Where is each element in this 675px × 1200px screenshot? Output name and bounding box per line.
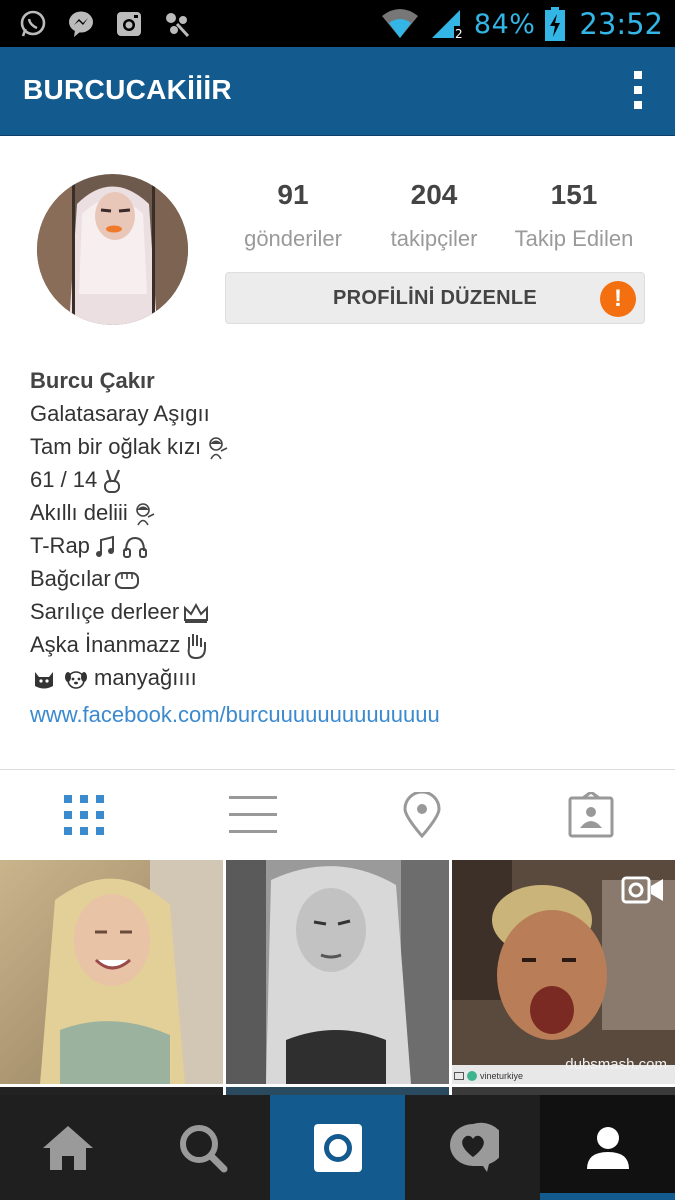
bio-line: Tam bir oğlak kızı bbox=[30, 430, 650, 463]
bottom-navigation bbox=[0, 1095, 675, 1200]
posts-count: 91 bbox=[277, 179, 309, 210]
battery-percent: 84% bbox=[473, 8, 536, 40]
followers-count-stat[interactable]: 204 takipçiler bbox=[374, 176, 494, 252]
bio-line: T-Rap bbox=[30, 529, 650, 562]
raised-hand-icon bbox=[188, 634, 207, 660]
video-watermark: dubsmash.com bbox=[565, 1056, 667, 1073]
repost-badge: vineturkiye bbox=[454, 1069, 523, 1083]
profile-username: BURCUCAKİİİR bbox=[23, 74, 232, 105]
victory-hand-icon bbox=[104, 469, 121, 494]
active-tab-indicator bbox=[540, 1193, 675, 1200]
crown-icon bbox=[184, 603, 209, 624]
bio-website-link[interactable]: www.facebook.com/burcuuuuuuuuuuuuuu bbox=[30, 698, 650, 731]
app-bar: BURCUCAKİİİR bbox=[0, 47, 675, 136]
tab-location-view[interactable] bbox=[338, 770, 506, 860]
nav-search[interactable] bbox=[135, 1095, 270, 1200]
music-notes-icon bbox=[95, 535, 114, 558]
posts-label: gönderiler bbox=[244, 226, 342, 251]
grid-photo-2[interactable] bbox=[226, 860, 449, 1084]
list-view-icon bbox=[229, 796, 277, 833]
bio-line: 61 / 14 bbox=[30, 463, 650, 496]
grid-video-3[interactable]: dubsmash.com vineturkiye bbox=[452, 860, 675, 1084]
nav-home[interactable] bbox=[0, 1095, 135, 1200]
girl-emoji-icon bbox=[209, 437, 228, 460]
tagged-photos-icon bbox=[568, 792, 614, 838]
nav-profile[interactable] bbox=[540, 1095, 675, 1200]
tab-tagged-view[interactable] bbox=[507, 770, 675, 860]
grid-photo-1[interactable] bbox=[0, 860, 223, 1084]
profile-avatar[interactable] bbox=[37, 174, 188, 325]
dog-emoji-icon bbox=[65, 671, 87, 689]
bio-line: Bağcılar bbox=[30, 562, 650, 595]
profile-full-name: Burcu Çakır bbox=[30, 368, 155, 393]
app-screen: 2 84% 23:52 BURCUCAKİİİR 91 gönderiler 2… bbox=[0, 0, 675, 1200]
grid-view-icon bbox=[64, 795, 104, 835]
bio-line-text: Akıllı deliii bbox=[30, 500, 128, 525]
location-pin-icon bbox=[403, 792, 441, 838]
search-icon bbox=[179, 1124, 227, 1172]
photo-grid: dubsmash.com vineturkiye bbox=[0, 860, 675, 1100]
profile-bio: Burcu Çakır Galatasaray Aşıgıı Tam bir o… bbox=[30, 364, 650, 731]
repost-icon bbox=[454, 1072, 464, 1080]
instagram-icon bbox=[117, 12, 141, 36]
bio-line-text: T-Rap bbox=[30, 533, 90, 558]
bio-line-text: Tam bir oğlak kızı bbox=[30, 434, 202, 459]
bio-line: Sarılıçe derleer bbox=[30, 595, 650, 628]
alert-icon: ! bbox=[600, 281, 636, 317]
view-mode-tabs bbox=[0, 770, 675, 860]
messenger-icon bbox=[69, 11, 93, 37]
clock: 23:52 bbox=[579, 7, 663, 41]
followers-count: 204 bbox=[410, 179, 458, 210]
battery-charging-icon bbox=[545, 7, 566, 41]
whatsapp-icon bbox=[20, 10, 46, 37]
profile-icon bbox=[586, 1126, 629, 1169]
activity-heart-icon bbox=[449, 1122, 499, 1172]
repost-badge-text: vineturkiye bbox=[480, 1071, 524, 1081]
bio-line-text: Aşka İnanmazz bbox=[30, 632, 181, 657]
bio-line-text: Bağcılar bbox=[30, 566, 111, 591]
headphones-icon bbox=[122, 537, 147, 559]
following-label: Takip Edilen bbox=[514, 226, 634, 251]
overflow-menu-icon[interactable] bbox=[631, 71, 645, 115]
following-count: 151 bbox=[550, 179, 598, 210]
followers-label: takipçiler bbox=[390, 226, 478, 251]
vine-badge-icon bbox=[467, 1071, 477, 1081]
bio-line: manyağıııı bbox=[30, 661, 650, 694]
following-count-stat[interactable]: 151 Takip Edilen bbox=[507, 176, 641, 252]
pinwheel-icon bbox=[166, 13, 190, 38]
fist-icon bbox=[114, 572, 139, 590]
girl-emoji-icon bbox=[136, 503, 155, 526]
status-bar: 2 84% 23:52 bbox=[0, 0, 675, 47]
svg-text:2: 2 bbox=[455, 27, 463, 40]
bio-line: Galatasaray Aşıgıı bbox=[30, 397, 650, 430]
edit-profile-button[interactable]: PROFİLİNİ DÜZENLE ! bbox=[225, 272, 645, 324]
bio-line: Aşka İnanmazz bbox=[30, 628, 650, 661]
cat-emoji-icon bbox=[35, 672, 53, 689]
profile-stats: 91 gönderiler 204 takipçiler 151 Takip E… bbox=[225, 176, 645, 266]
edit-profile-label: PROFİLİNİ DÜZENLE bbox=[333, 287, 537, 309]
home-icon bbox=[42, 1125, 93, 1170]
camera-icon bbox=[313, 1123, 362, 1172]
tab-list-view[interactable] bbox=[169, 770, 337, 860]
tab-grid-view[interactable] bbox=[0, 770, 168, 860]
bio-line-text: manyağıııı bbox=[94, 665, 197, 690]
bio-line-text: Sarılıçe derleer bbox=[30, 599, 180, 624]
wifi-icon bbox=[381, 9, 418, 38]
bio-line-text: Galatasaray Aşıgıı bbox=[30, 401, 210, 426]
posts-count-stat[interactable]: 91 gönderiler bbox=[233, 176, 353, 252]
bio-line: Akıllı deliii bbox=[30, 496, 650, 529]
nav-activity[interactable] bbox=[405, 1095, 540, 1200]
nav-camera[interactable] bbox=[270, 1095, 405, 1200]
signal-icon: 2 bbox=[431, 10, 463, 40]
video-camera-icon bbox=[621, 876, 663, 904]
bio-line-text: 61 / 14 bbox=[30, 467, 98, 492]
